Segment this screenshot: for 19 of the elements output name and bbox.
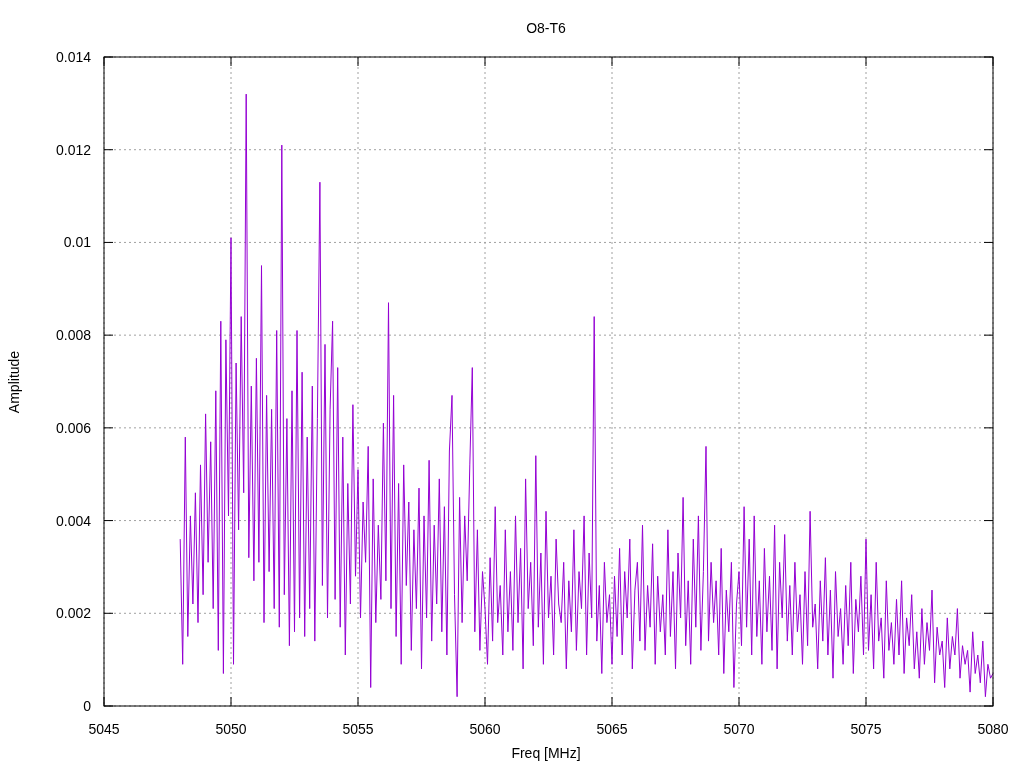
y-tick-label: 0 [83, 698, 91, 714]
y-tick-label: 0.002 [55, 605, 91, 622]
x-tick-label: 5050 [215, 721, 247, 737]
x-tick-label: 5070 [723, 721, 755, 737]
x-tick-label: 5060 [469, 721, 501, 737]
y-tick-label: 0.01 [63, 234, 91, 251]
x-tick-label: 5065 [596, 721, 628, 737]
y-tick-label: 0.014 [55, 49, 91, 65]
y-tick-label: 0.008 [55, 327, 91, 344]
x-tick-label: 5075 [850, 721, 882, 737]
y-tick-label: 0.004 [55, 512, 91, 529]
y-tick-label: 0.012 [55, 141, 91, 158]
x-axis-label: Freq [MHz] [511, 745, 581, 761]
x-tick-label: 5080 [977, 721, 1009, 737]
y-axis-label: Amplitude [6, 350, 22, 414]
y-tick-label: 0.006 [55, 419, 91, 436]
x-tick-label: 5045 [88, 721, 120, 737]
x-tick-label: 5055 [342, 721, 374, 737]
chart-title: O8-T6 [526, 20, 566, 36]
